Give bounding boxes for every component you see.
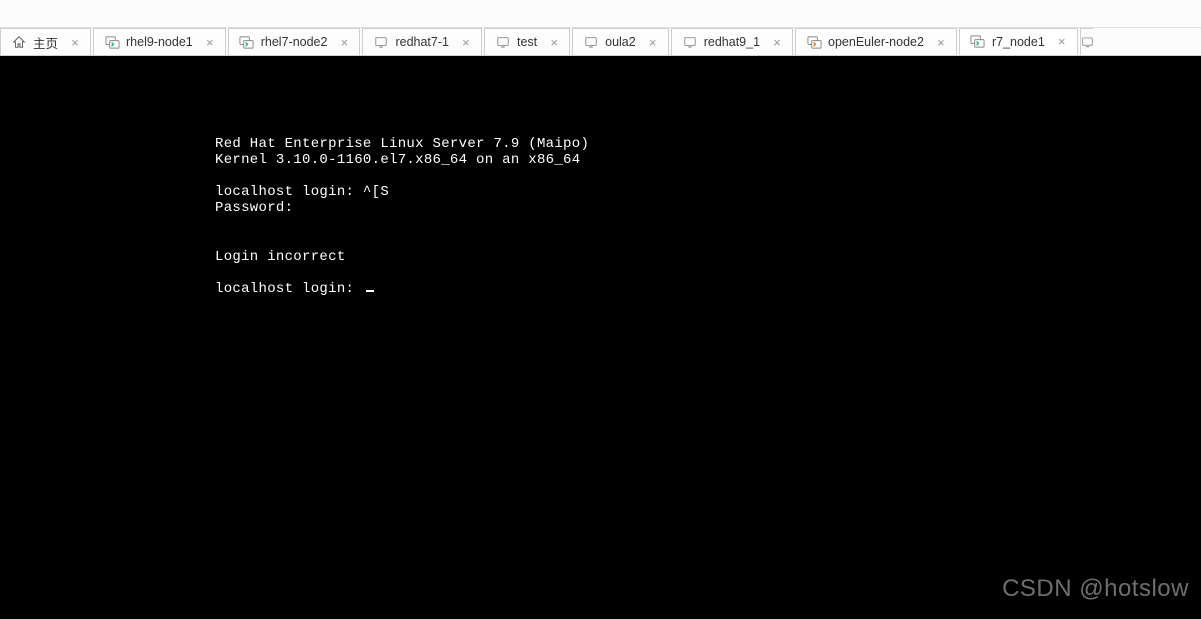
close-icon[interactable]: × (547, 35, 561, 49)
home-icon (11, 34, 27, 50)
terminal-console[interactable]: Red Hat Enterprise Linux Server 7.9 (Mai… (0, 56, 1201, 619)
tab---[interactable]: 主页 × (0, 28, 91, 55)
close-icon[interactable]: × (770, 35, 784, 49)
tab-label: rhel9-node1 (126, 35, 193, 49)
tab-label: r7_node1 (992, 35, 1045, 49)
vm-icon (104, 34, 120, 50)
console-line: Password: (215, 200, 293, 216)
vm-icon (682, 34, 698, 50)
console-line: Red Hat Enterprise Linux Server 7.9 (Mai… (215, 136, 589, 152)
vm-icon (970, 34, 986, 50)
tab-openEuler-node2[interactable]: openEuler-node2 × (795, 28, 957, 55)
tab-label: redhat9_1 (704, 35, 760, 49)
console-line: Kernel 3.10.0-1160.el7.x86_64 on an x86_… (215, 152, 580, 168)
close-icon[interactable]: × (68, 35, 82, 49)
vm-icon (239, 34, 255, 50)
vm-icon (806, 34, 822, 50)
console-line: Login incorrect (215, 249, 346, 265)
close-icon[interactable]: × (934, 35, 948, 49)
close-icon[interactable]: × (459, 35, 473, 49)
tab-label: redhat7-1 (395, 35, 449, 49)
tab-r7-node1[interactable]: r7_node1 × (959, 28, 1078, 55)
tab-overflow[interactable] (1080, 28, 1094, 55)
vm-icon (495, 34, 511, 50)
vm-icon (583, 34, 599, 50)
text-cursor (366, 290, 374, 292)
tab-label: rhel7-node2 (261, 35, 328, 49)
close-icon[interactable]: × (646, 35, 660, 49)
close-icon[interactable]: × (203, 35, 217, 49)
tab-oula2[interactable]: oula2 × (572, 28, 669, 55)
tab-redhat7-1[interactable]: redhat7-1 × (362, 28, 482, 55)
tab-rhel7-node2[interactable]: rhel7-node2 × (228, 28, 361, 55)
tab-bar: 主页×rhel9-node1×rhel7-node2×redhat7-1×tes… (0, 28, 1201, 56)
tab-rhel9-node1[interactable]: rhel9-node1 × (93, 28, 226, 55)
console-line: localhost login: (215, 281, 363, 297)
tab-label: test (517, 35, 537, 49)
console-line: localhost login: ^[S (215, 184, 389, 200)
watermark-text: CSDN @hotslow (1002, 575, 1189, 603)
tab-label: openEuler-node2 (828, 35, 924, 49)
tab-label: 主页 (33, 33, 58, 52)
tab-label: oula2 (605, 35, 636, 49)
close-icon[interactable]: × (337, 35, 351, 49)
close-icon[interactable]: × (1055, 35, 1069, 49)
vm-icon (373, 34, 389, 50)
tab-test[interactable]: test × (484, 28, 570, 55)
main-toolbar (0, 0, 1201, 28)
tab-redhat9-1[interactable]: redhat9_1 × (671, 28, 793, 55)
